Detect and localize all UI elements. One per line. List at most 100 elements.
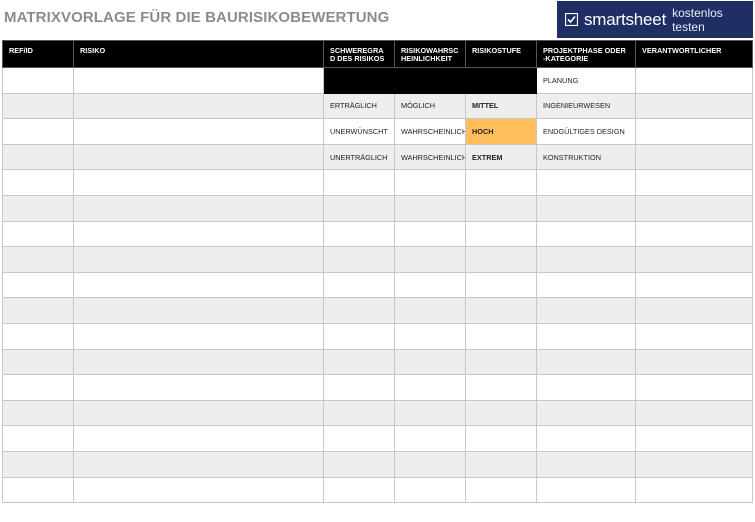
level-cell[interactable] <box>465 297 537 324</box>
severity-cell[interactable] <box>323 374 395 401</box>
severity-cell[interactable] <box>323 169 395 196</box>
level-cell[interactable] <box>465 322 537 350</box>
risk-cell[interactable] <box>73 348 324 376</box>
level-cell[interactable] <box>465 476 537 504</box>
risk-cell[interactable] <box>73 220 324 248</box>
probability-cell[interactable]: WAHRSCHEINLICH <box>394 143 466 171</box>
probability-cell[interactable] <box>394 322 466 350</box>
level-cell[interactable] <box>465 67 537 94</box>
owner-cell[interactable] <box>635 92 753 120</box>
ref-id-cell[interactable] <box>2 399 74 427</box>
ref-id-cell[interactable] <box>2 220 74 248</box>
owner-cell[interactable] <box>635 399 753 427</box>
phase-cell[interactable]: PLANUNG <box>536 67 636 94</box>
level-cell[interactable] <box>465 425 537 452</box>
level-cell[interactable] <box>465 169 537 196</box>
risk-cell[interactable] <box>73 425 324 452</box>
phase-cell[interactable]: INGENIEURWESEN <box>536 92 636 120</box>
severity-cell[interactable] <box>323 220 395 248</box>
risk-cell[interactable] <box>73 476 324 504</box>
ref-id-cell[interactable] <box>2 425 74 452</box>
probability-cell[interactable]: MÖGLICH <box>394 92 466 120</box>
probability-cell[interactable]: WAHRSCHEINLICH <box>394 118 466 145</box>
phase-cell[interactable] <box>536 374 636 401</box>
phase-cell[interactable] <box>536 246 636 273</box>
severity-cell[interactable] <box>323 322 395 350</box>
severity-cell[interactable] <box>323 425 395 452</box>
risk-cell[interactable] <box>73 92 324 120</box>
level-cell[interactable] <box>465 271 537 299</box>
level-cell[interactable] <box>465 374 537 401</box>
level-cell[interactable]: MITTEL <box>465 92 537 120</box>
ref-id-cell[interactable] <box>2 194 74 222</box>
probability-cell[interactable] <box>394 169 466 196</box>
severity-cell[interactable] <box>323 246 395 273</box>
severity-cell[interactable]: UNERWÜNSCHT <box>323 118 395 145</box>
level-cell[interactable] <box>465 450 537 478</box>
ref-id-cell[interactable] <box>2 118 74 145</box>
risk-cell[interactable] <box>73 322 324 350</box>
risk-cell[interactable] <box>73 118 324 145</box>
phase-cell[interactable]: ENDGÜLTIGES DESIGN <box>536 118 636 145</box>
ref-id-cell[interactable] <box>2 169 74 196</box>
owner-cell[interactable] <box>635 348 753 376</box>
risk-cell[interactable] <box>73 194 324 222</box>
ref-id-cell[interactable] <box>2 246 74 273</box>
phase-cell[interactable] <box>536 271 636 299</box>
owner-cell[interactable] <box>635 322 753 350</box>
severity-cell[interactable] <box>323 194 395 222</box>
risk-cell[interactable] <box>73 143 324 171</box>
probability-cell[interactable] <box>394 476 466 504</box>
owner-cell[interactable] <box>635 118 753 145</box>
ref-id-cell[interactable] <box>2 297 74 324</box>
risk-cell[interactable] <box>73 246 324 273</box>
severity-cell[interactable] <box>323 476 395 504</box>
level-cell[interactable] <box>465 246 537 273</box>
level-cell[interactable] <box>465 348 537 376</box>
severity-cell[interactable]: UNERTRÄGLICH <box>323 143 395 171</box>
ref-id-cell[interactable] <box>2 143 74 171</box>
level-cell[interactable]: EXTREM <box>465 143 537 171</box>
owner-cell[interactable] <box>635 169 753 196</box>
probability-cell[interactable] <box>394 246 466 273</box>
phase-cell[interactable] <box>536 399 636 427</box>
severity-cell[interactable] <box>323 399 395 427</box>
probability-cell[interactable] <box>394 194 466 222</box>
ref-id-cell[interactable] <box>2 450 74 478</box>
probability-cell[interactable] <box>394 271 466 299</box>
phase-cell[interactable] <box>536 220 636 248</box>
probability-cell[interactable] <box>394 67 466 94</box>
risk-cell[interactable] <box>73 67 324 94</box>
severity-cell[interactable] <box>323 67 395 94</box>
probability-cell[interactable] <box>394 220 466 248</box>
owner-cell[interactable] <box>635 143 753 171</box>
owner-cell[interactable] <box>635 246 753 273</box>
phase-cell[interactable] <box>536 322 636 350</box>
level-cell[interactable]: HOCH <box>465 118 537 145</box>
probability-cell[interactable] <box>394 450 466 478</box>
risk-cell[interactable] <box>73 271 324 299</box>
risk-cell[interactable] <box>73 169 324 196</box>
level-cell[interactable] <box>465 194 537 222</box>
risk-cell[interactable] <box>73 374 324 401</box>
phase-cell[interactable] <box>536 169 636 196</box>
ref-id-cell[interactable] <box>2 67 74 94</box>
phase-cell[interactable] <box>536 425 636 452</box>
ref-id-cell[interactable] <box>2 374 74 401</box>
owner-cell[interactable] <box>635 450 753 478</box>
owner-cell[interactable] <box>635 425 753 452</box>
owner-cell[interactable] <box>635 374 753 401</box>
risk-cell[interactable] <box>73 297 324 324</box>
probability-cell[interactable] <box>394 399 466 427</box>
owner-cell[interactable] <box>635 271 753 299</box>
ref-id-cell[interactable] <box>2 92 74 120</box>
severity-cell[interactable] <box>323 450 395 478</box>
ref-id-cell[interactable] <box>2 322 74 350</box>
phase-cell[interactable] <box>536 297 636 324</box>
risk-cell[interactable] <box>73 399 324 427</box>
owner-cell[interactable] <box>635 67 753 94</box>
phase-cell[interactable] <box>536 348 636 376</box>
risk-cell[interactable] <box>73 450 324 478</box>
owner-cell[interactable] <box>635 476 753 504</box>
owner-cell[interactable] <box>635 194 753 222</box>
